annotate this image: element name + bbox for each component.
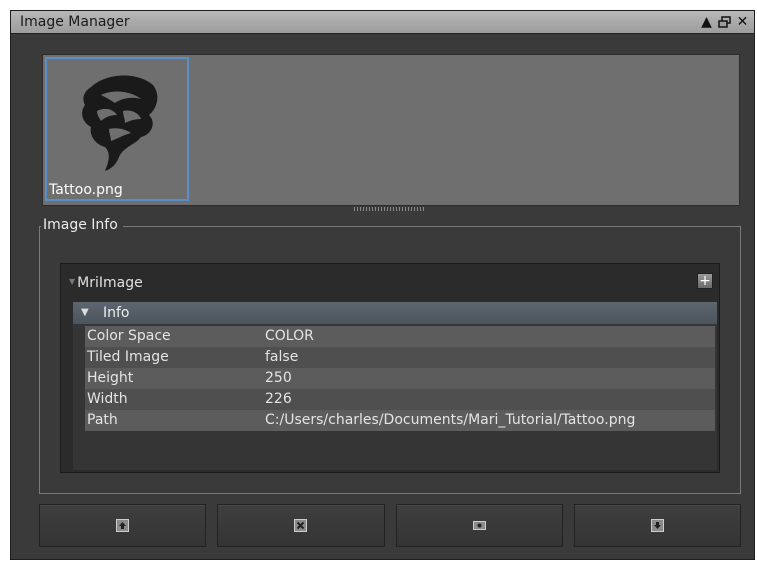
property-value: 226 [265, 391, 292, 407]
property-name: Color Space [87, 328, 171, 344]
node-label: MriImage [77, 275, 143, 291]
float-icon[interactable]: ▲ [699, 14, 714, 30]
image-manager-window: Image Manager ▲ ✕ Tattoo.png Image Info [10, 10, 755, 560]
splitter-handle[interactable] [354, 207, 424, 211]
property-name: Tiled Image [87, 349, 169, 365]
restore-icon[interactable] [717, 15, 732, 30]
property-row[interactable]: Tiled Image false [85, 347, 715, 368]
export-image-icon [650, 519, 664, 532]
info-section-header[interactable]: ▼ Info [73, 302, 717, 324]
remove-image-button[interactable] [217, 504, 385, 547]
property-name: Height [87, 370, 134, 386]
section-label: Info [103, 305, 130, 321]
view-image-icon [472, 521, 486, 530]
thumbnail-item[interactable]: Tattoo.png [45, 57, 189, 201]
image-info-group: Image Info ▼ MriImage + ▼ Info Color Spac… [39, 217, 741, 494]
title-bar-icons: ▲ ✕ [699, 11, 750, 33]
expand-arrow-icon[interactable]: ▼ [69, 277, 75, 286]
import-image-icon [116, 519, 130, 532]
add-button[interactable]: + [697, 273, 713, 289]
group-title: Image Info [41, 217, 123, 233]
window-title: Image Manager [20, 14, 130, 30]
close-icon[interactable]: ✕ [735, 14, 750, 30]
collapse-arrow-icon[interactable]: ▼ [81, 302, 89, 324]
info-tree: ▼ MriImage + ▼ Info Color Space COLOR Til… [60, 263, 720, 473]
property-name: Width [87, 391, 128, 407]
title-bar[interactable]: Image Manager ▲ ✕ [11, 11, 754, 34]
info-section: ▼ Info Color Space COLOR Tiled Image fal… [73, 302, 717, 470]
property-value: C:/Users/charles/Documents/Mari_Tutorial… [265, 412, 636, 428]
property-value: COLOR [265, 328, 314, 344]
property-list: Color Space COLOR Tiled Image false Heig… [85, 326, 715, 431]
lion-tattoo-image [82, 75, 158, 171]
import-image-button[interactable] [39, 504, 207, 547]
property-name: Path [87, 412, 118, 428]
property-row[interactable]: Height 250 [85, 368, 715, 389]
property-value: false [265, 349, 299, 365]
view-image-button[interactable] [395, 504, 563, 547]
property-value: 250 [265, 370, 292, 386]
thumbnail-label: Tattoo.png [49, 182, 123, 198]
image-thumbnail-area[interactable]: Tattoo.png [42, 54, 740, 206]
property-row[interactable]: Path C:/Users/charles/Documents/Mari_Tut… [85, 410, 715, 431]
export-image-button[interactable] [573, 504, 741, 547]
remove-image-icon [294, 519, 308, 532]
property-row[interactable]: Width 226 [85, 389, 715, 410]
property-row[interactable]: Color Space COLOR [85, 326, 715, 347]
action-toolbar [39, 504, 741, 547]
mriimage-node[interactable]: ▼ MriImage + [61, 264, 719, 300]
